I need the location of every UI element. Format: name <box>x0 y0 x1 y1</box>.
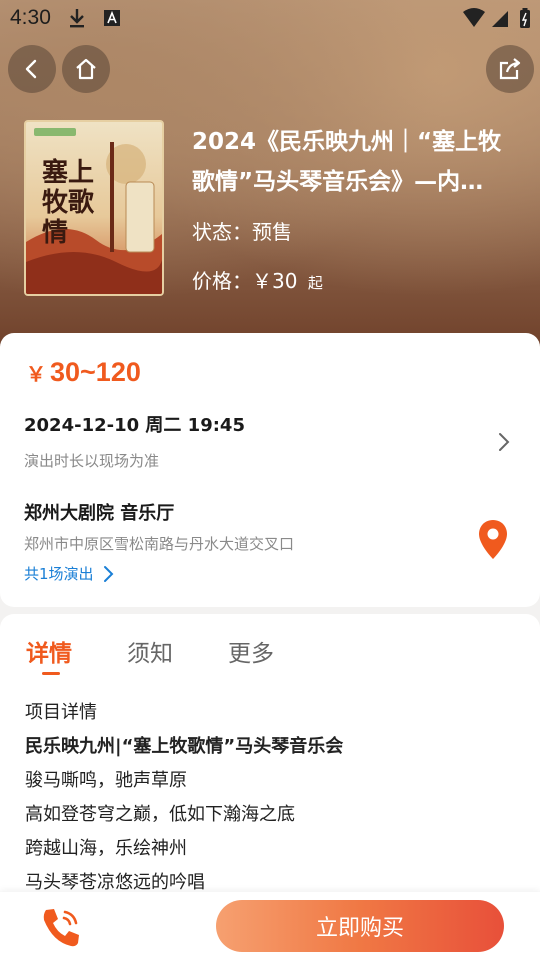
status-label: 状态： <box>192 220 252 244</box>
show-datetime[interactable]: 2024-12-10 周二 19:45 <box>24 411 245 437</box>
battery-icon <box>518 7 532 34</box>
hero-banner: 4:30 塞上牧歌情 2024《民乐映九州｜“塞上牧 歌情”马头琴音乐会》—内…… <box>0 0 540 360</box>
details-content: 项目详情 民乐映九州|“塞上牧歌情”马头琴音乐会 骏马嘶鸣，驰声草原 高如登苍穹… <box>25 696 343 900</box>
phone-icon[interactable] <box>38 904 84 954</box>
price-label: 价格： <box>192 269 252 293</box>
tab-details[interactable]: 详情 <box>26 634 72 668</box>
details-line: 跨越山海，乐绘神州 <box>25 838 187 859</box>
back-arrow-icon <box>25 59 37 79</box>
share-icon <box>499 58 521 80</box>
tab-active-indicator <box>42 672 60 675</box>
status-time: 4:30 <box>10 6 51 29</box>
chevron-right-small-icon <box>103 565 113 582</box>
details-card: 详情 须知 更多 项目详情 民乐映九州|“塞上牧歌情”马头琴音乐会 骏马嘶鸣，驰… <box>0 614 540 904</box>
share-button[interactable] <box>486 45 534 93</box>
details-heading: 项目详情 <box>25 702 97 723</box>
map-pin-icon[interactable] <box>478 519 508 565</box>
home-button[interactable] <box>62 45 110 93</box>
event-poster[interactable]: 塞上牧歌情 <box>24 120 164 296</box>
duration-note: 演出时长以现场为准 <box>24 452 160 470</box>
details-line: 民乐映九州|“塞上牧歌情”马头琴音乐会 <box>25 736 344 757</box>
info-card: ￥ 30~120 2024-12-10 周二 19:45 演出时长以现场为准 郑州… <box>0 333 540 607</box>
venue-name: 郑州大剧院 音乐厅 <box>24 503 175 524</box>
details-line: 高如登苍穹之巅，低如下瀚海之底 <box>25 804 295 825</box>
home-icon <box>76 58 96 80</box>
event-title-line2: 歌情”马头琴音乐会》—内… <box>192 169 484 195</box>
keyboard-a-icon <box>102 7 122 34</box>
wifi-icon <box>462 7 486 34</box>
tab-more[interactable]: 更多 <box>228 634 274 668</box>
chevron-right-icon[interactable] <box>496 431 512 457</box>
event-status: 状态：预售 <box>192 216 292 245</box>
currency-symbol: ￥ <box>26 364 46 386</box>
event-title: 2024《民乐映九州｜“塞上牧 歌情”马头琴音乐会》—内… <box>192 122 522 202</box>
signal-icon <box>490 7 510 34</box>
event-title-line1: 2024《民乐映九州｜“塞上牧 <box>192 129 502 155</box>
price-range: ￥ 30~120 <box>26 357 141 388</box>
tab-notice[interactable]: 须知 <box>127 634 173 668</box>
back-button[interactable] <box>8 45 56 93</box>
bottom-action-bar: 立即购买 <box>0 892 540 960</box>
price-value: ￥30 <box>252 269 298 293</box>
buy-now-button[interactable]: 立即购买 <box>216 900 504 952</box>
download-icon <box>66 7 88 34</box>
shows-link-label: 共1场演出 <box>24 565 94 583</box>
details-line: 骏马嘶鸣，驰声草原 <box>25 770 187 791</box>
price-suffix: 起 <box>307 274 323 292</box>
status-bar: 4:30 <box>0 0 540 36</box>
event-price: 价格：￥30 起 <box>192 265 323 294</box>
shows-link[interactable]: 共1场演出 <box>24 563 114 584</box>
poster-title: 塞上牧歌情 <box>42 158 95 248</box>
price-range-value: 30~120 <box>50 357 141 387</box>
venue-address: 郑州市中原区雪松南路与丹水大道交叉口 <box>24 535 295 553</box>
status-value: 预售 <box>252 220 292 244</box>
